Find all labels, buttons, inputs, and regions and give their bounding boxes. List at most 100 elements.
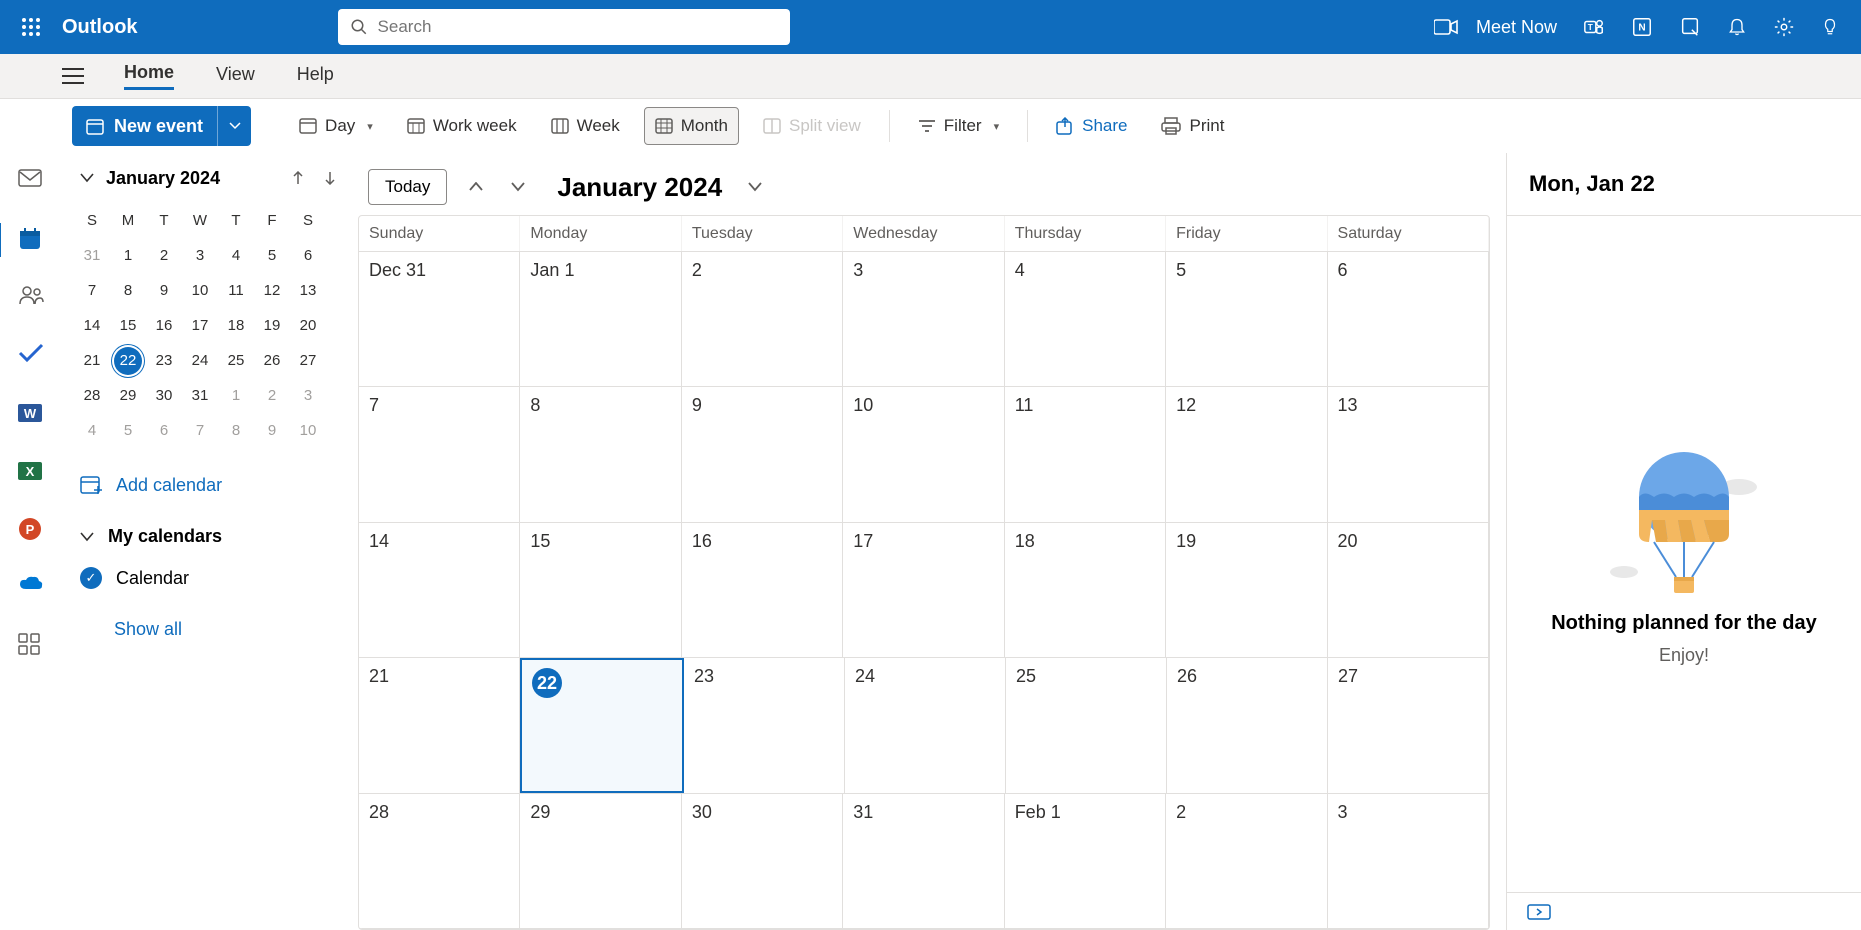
prev-month-button[interactable] [463,176,489,198]
agenda-footer[interactable] [1507,892,1861,930]
mini-day[interactable]: 26 [254,343,290,378]
mini-day[interactable]: 22 [114,347,142,375]
mini-day[interactable]: 1 [110,238,146,273]
day-cell[interactable]: 31 [843,794,1004,928]
day-cell[interactable]: 17 [843,523,1004,657]
day-cell[interactable]: 25 [1006,658,1167,792]
mini-day[interactable]: 5 [254,238,290,273]
mini-day[interactable]: 10 [182,273,218,308]
mini-day[interactable]: 25 [218,343,254,378]
mini-day[interactable]: 7 [182,413,218,448]
rail-todo[interactable] [18,343,44,369]
tab-home[interactable]: Home [124,62,174,90]
show-all-link[interactable]: Show all [114,619,340,640]
day-cell[interactable]: 19 [1166,523,1327,657]
next-month-button[interactable] [505,176,531,198]
day-cell[interactable]: 27 [1328,658,1489,792]
mini-day[interactable]: 27 [290,343,326,378]
mini-prev-button[interactable] [288,167,308,189]
day-cell[interactable]: 16 [682,523,843,657]
bell-icon[interactable] [1727,16,1747,38]
mini-day[interactable]: 15 [110,308,146,343]
day-cell[interactable]: 18 [1005,523,1166,657]
new-event-button[interactable]: New event [72,106,251,146]
today-button[interactable]: Today [368,169,447,205]
hamburger-button[interactable] [62,67,84,85]
brand-label[interactable]: Outlook [62,16,138,39]
mini-day[interactable]: 3 [182,238,218,273]
tab-view[interactable]: View [216,64,255,89]
day-cell[interactable]: 15 [520,523,681,657]
gear-icon[interactable] [1773,16,1795,38]
day-cell[interactable]: 14 [359,523,520,657]
rail-calendar[interactable] [18,227,44,253]
mini-next-button[interactable] [320,167,340,189]
day-cell[interactable]: 22 [520,658,684,792]
filter-button[interactable]: Filter▾ [908,107,1009,145]
day-cell[interactable]: 23 [684,658,845,792]
big-cal-title[interactable]: January 2024 [557,172,722,203]
teams-icon[interactable]: T [1583,16,1605,38]
mini-day[interactable]: 6 [290,238,326,273]
day-cell[interactable]: 12 [1166,387,1327,521]
day-cell[interactable]: 26 [1167,658,1328,792]
mini-day[interactable]: 2 [254,378,290,413]
view-workweek-button[interactable]: Work week [397,107,527,145]
day-cell[interactable]: 4 [1005,252,1166,386]
day-cell[interactable]: 24 [845,658,1006,792]
calendar-item[interactable]: ✓ Calendar [74,567,340,589]
my-calendars-header[interactable]: My calendars [74,526,340,547]
view-week-button[interactable]: Week [541,107,630,145]
add-calendar-button[interactable]: Add calendar [74,474,340,496]
mini-day[interactable]: 2 [146,238,182,273]
day-cell[interactable]: Jan 1 [520,252,681,386]
rail-word[interactable]: W [18,401,44,427]
day-cell[interactable]: 11 [1005,387,1166,521]
day-cell[interactable]: 3 [1328,794,1489,928]
day-cell[interactable]: 2 [1166,794,1327,928]
mini-day[interactable]: 17 [182,308,218,343]
mini-day[interactable]: 8 [218,413,254,448]
mini-day[interactable]: 21 [74,343,110,378]
mini-day[interactable]: 11 [218,273,254,308]
day-cell[interactable]: 30 [682,794,843,928]
onenote-icon[interactable]: N [1631,16,1653,38]
month-picker-button[interactable] [742,176,768,198]
view-month-button[interactable]: Month [644,107,739,145]
mini-day[interactable]: 31 [74,238,110,273]
day-cell[interactable]: 8 [520,387,681,521]
mini-day[interactable]: 7 [74,273,110,308]
app-launcher-button[interactable] [0,17,62,37]
day-cell[interactable]: Dec 31 [359,252,520,386]
mini-day[interactable]: 9 [254,413,290,448]
mini-day[interactable]: 20 [290,308,326,343]
rail-apps[interactable] [18,633,44,659]
mini-day[interactable]: 16 [146,308,182,343]
day-cell[interactable]: 29 [520,794,681,928]
mini-day[interactable]: 14 [74,308,110,343]
mini-day[interactable]: 8 [110,273,146,308]
notes-icon[interactable] [1679,16,1701,38]
day-cell[interactable]: 5 [1166,252,1327,386]
share-button[interactable]: Share [1046,107,1137,145]
mini-day[interactable]: 29 [110,378,146,413]
new-event-dropdown[interactable] [217,106,251,146]
rail-mail[interactable] [18,169,44,195]
mini-day[interactable]: 10 [290,413,326,448]
day-cell[interactable]: 7 [359,387,520,521]
lightbulb-icon[interactable] [1821,15,1839,39]
mini-day[interactable]: 24 [182,343,218,378]
search-box[interactable] [338,9,790,45]
mini-day[interactable]: 13 [290,273,326,308]
mini-day[interactable]: 23 [146,343,182,378]
search-input[interactable] [378,17,778,37]
day-cell[interactable]: 6 [1328,252,1489,386]
mini-day[interactable]: 4 [218,238,254,273]
day-cell[interactable]: 13 [1328,387,1489,521]
mini-day[interactable]: 28 [74,378,110,413]
mini-day[interactable]: 9 [146,273,182,308]
mini-day[interactable]: 1 [218,378,254,413]
print-button[interactable]: Print [1151,107,1234,145]
mini-day[interactable]: 3 [290,378,326,413]
day-cell[interactable]: Feb 1 [1005,794,1166,928]
